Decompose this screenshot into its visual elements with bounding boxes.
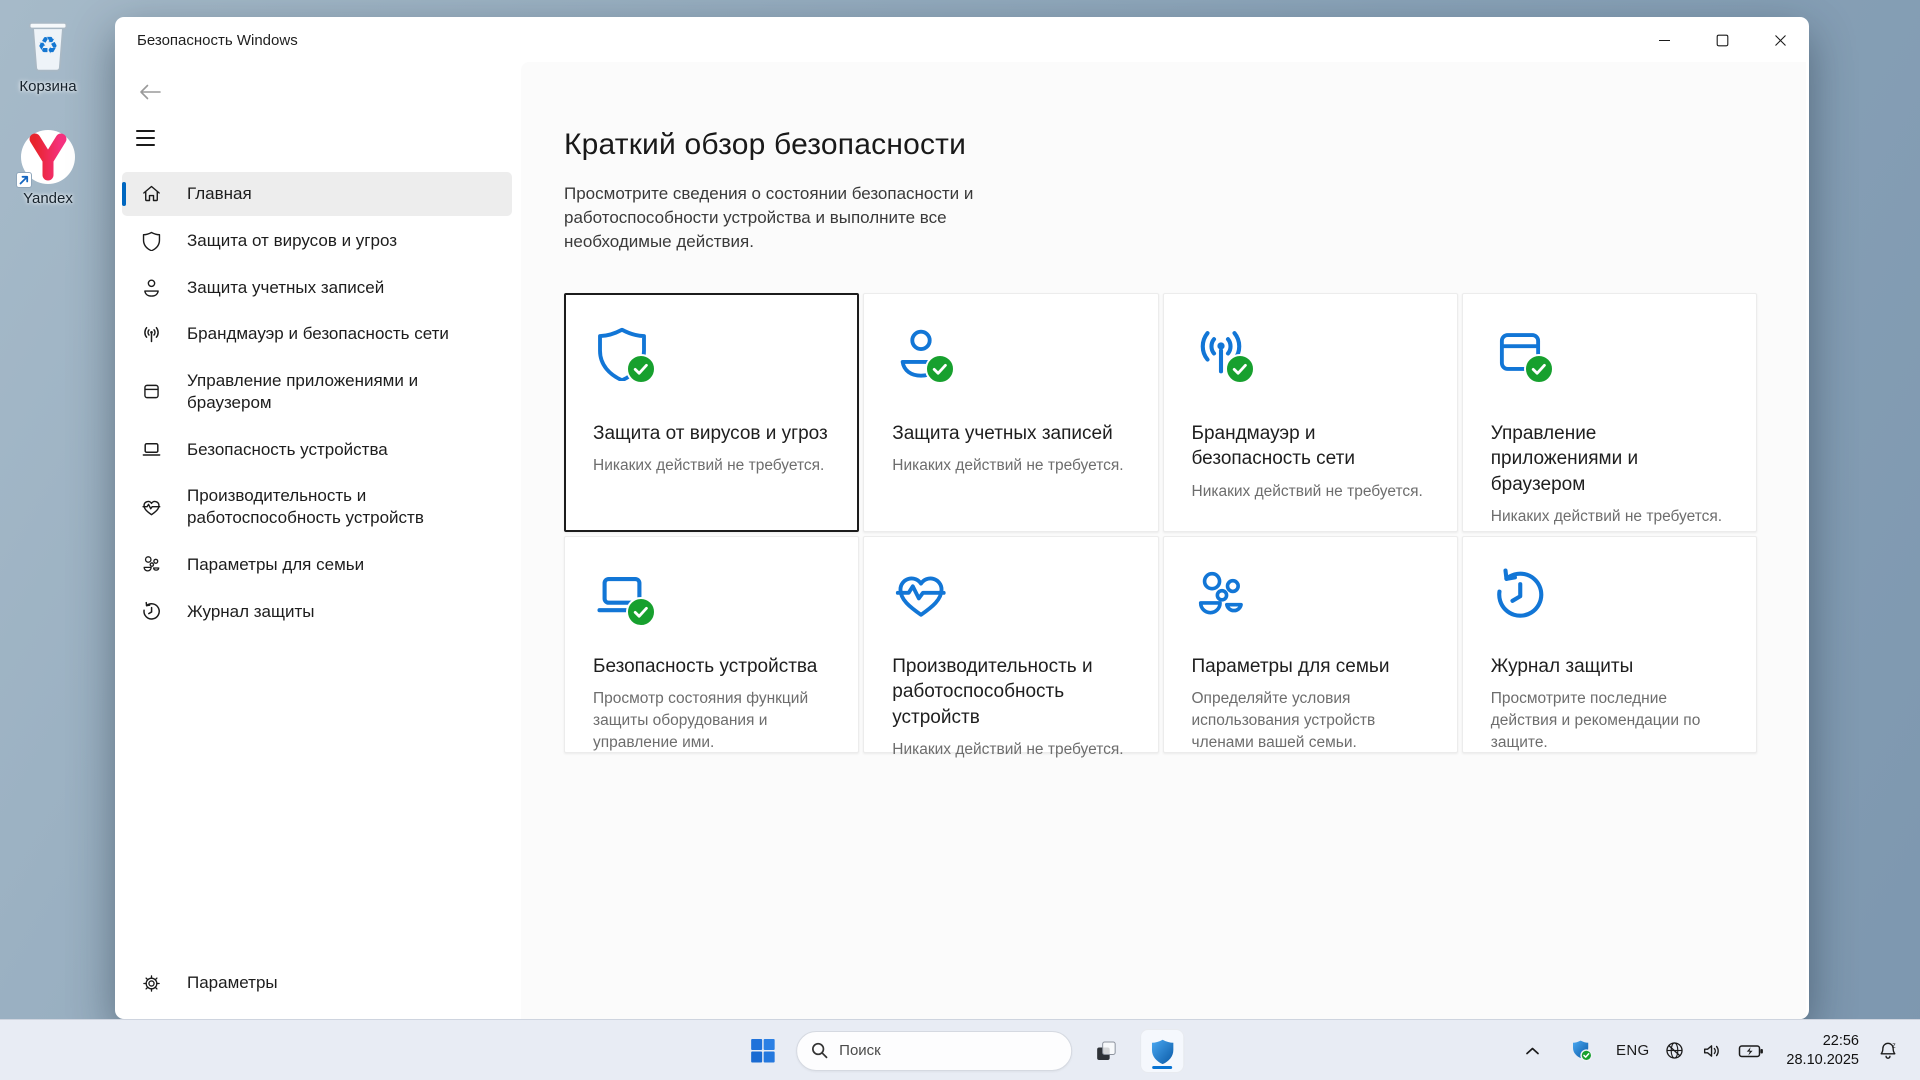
taskbar: ENG <box>0 1019 1920 1080</box>
gear-icon <box>141 973 162 994</box>
start-button[interactable] <box>741 1030 783 1072</box>
sidebar-item-virus-threat-protection[interactable]: Защита от вирусов и угроз <box>122 219 512 263</box>
sidebar-item-device-performance[interactable]: Производительность и работоспособность у… <box>122 474 512 540</box>
home-icon <box>141 183 162 204</box>
search-icon <box>811 1042 828 1059</box>
desktop-icon-recycle-bin[interactable]: ♻ Корзина <box>2 14 94 95</box>
heart-pulse-icon <box>892 566 950 624</box>
minimize-button[interactable] <box>1635 17 1693 63</box>
shortcut-arrow-icon <box>16 172 32 188</box>
tile-firewall-network[interactable]: Брандмауэр и безопасность сети Никаких д… <box>1163 293 1458 532</box>
tile-virus-threat-protection[interactable]: Защита от вирусов и угроз Никаких действ… <box>564 293 859 532</box>
back-button[interactable] <box>133 77 167 107</box>
status-ok-badge <box>626 597 656 627</box>
heart-pulse-icon <box>141 497 162 518</box>
tray-volume-icon[interactable] <box>1696 1031 1728 1071</box>
tray-overflow-chevron[interactable] <box>1517 1031 1547 1071</box>
defender-shield-icon <box>1149 1037 1176 1064</box>
sidebar-nav: Главная Защита от вирусов и угроз Защита… <box>122 172 512 633</box>
security-tiles-grid: Защита от вирусов и угроз Никаких действ… <box>564 293 1757 753</box>
tile-device-security[interactable]: Безопасность устройства Просмотр состоян… <box>564 536 859 753</box>
status-text: Никаких действий не требуется. <box>892 455 1131 477</box>
status-text: Никаких действий не требуется. <box>1192 481 1431 503</box>
sidebar-item-app-browser-control[interactable]: Управление приложениями и браузером <box>122 359 512 425</box>
windows-security-app-button[interactable] <box>1140 1029 1184 1073</box>
desktop-icon-label: Корзина <box>2 78 94 95</box>
tile-protection-history[interactable]: Журнал защиты Просмотрите последние дейс… <box>1462 536 1757 753</box>
sidebar-item-home[interactable]: Главная <box>122 172 512 216</box>
tray-network-icon[interactable] <box>1658 1031 1690 1071</box>
history-icon <box>1491 566 1549 624</box>
sidebar: Главная Защита от вирусов и угроз Защита… <box>115 121 519 1019</box>
system-tray: ENG <box>1517 1020 1920 1080</box>
desktop: ♻ Корзина Yandex Безопасность Windows <box>0 0 1920 1080</box>
taskbar-search[interactable] <box>796 1031 1072 1071</box>
close-button[interactable] <box>1751 17 1809 63</box>
tile-account-protection[interactable]: Защита учетных записей Никаких действий … <box>863 293 1158 532</box>
status-text: Определяйте условия использования устрой… <box>1192 688 1431 754</box>
sidebar-item-family-options[interactable]: Параметры для семьи <box>122 543 512 587</box>
person-icon <box>141 277 162 298</box>
sidebar-item-firewall-network[interactable]: Брандмауэр и безопасность сети <box>122 312 512 356</box>
sidebar-item-settings[interactable]: Параметры <box>122 961 512 1005</box>
notification-bell-icon[interactable]: z <box>1872 1031 1904 1071</box>
windows-security-window: Безопасность Windows Главная <box>115 17 1809 1019</box>
clock-time: 22:56 <box>1786 1032 1859 1051</box>
search-input[interactable] <box>839 1042 1039 1059</box>
family-icon <box>141 554 162 575</box>
laptop-icon <box>141 439 162 460</box>
active-app-indicator <box>1152 1066 1172 1069</box>
tray-defender-icon[interactable] <box>1565 1031 1597 1071</box>
status-ok-badge <box>1225 354 1255 384</box>
status-text: Никаких действий не требуется. <box>1491 506 1730 528</box>
svg-text:♻: ♻ <box>37 34 58 60</box>
task-view-button[interactable] <box>1085 1030 1127 1072</box>
status-text: Никаких действий не требуется. <box>593 455 832 477</box>
tile-app-browser-control[interactable]: Управление приложениями и браузером Ника… <box>1462 293 1757 532</box>
page-title: Краткий обзор безопасности <box>564 128 1756 162</box>
window-title: Безопасность Windows <box>137 32 298 49</box>
task-view-icon <box>1094 1039 1118 1063</box>
windows-logo-icon <box>750 1038 775 1063</box>
yandex-browser-icon <box>2 128 94 186</box>
desktop-icon-label: Yandex <box>2 190 94 207</box>
shield-icon <box>141 230 162 251</box>
status-ok-badge <box>925 354 955 384</box>
status-text: Просмотрите последние действия и рекомен… <box>1491 688 1730 754</box>
sidebar-item-device-security[interactable]: Безопасность устройства <box>122 428 512 472</box>
status-text: Никаких действий не требуется. <box>892 739 1131 761</box>
status-ok-badge <box>626 354 656 384</box>
network-antenna-icon <box>141 324 162 345</box>
app-window-icon <box>141 381 162 402</box>
page-description: Просмотрите сведения о состоянии безопас… <box>564 182 1056 254</box>
tray-battery-icon[interactable] <box>1734 1031 1768 1071</box>
tile-family-options[interactable]: Параметры для семьи Определяйте условия … <box>1163 536 1458 753</box>
svg-text:z: z <box>1892 1042 1896 1049</box>
desktop-icon-yandex[interactable]: Yandex <box>2 128 94 207</box>
status-ok-badge <box>1524 354 1554 384</box>
history-icon <box>141 601 162 622</box>
maximize-button[interactable] <box>1693 17 1751 63</box>
family-icon <box>1192 566 1250 624</box>
sidebar-item-account-protection[interactable]: Защита учетных записей <box>122 266 512 310</box>
clock-date: 28.10.2025 <box>1786 1051 1859 1070</box>
tray-clock[interactable]: 22:56 28.10.2025 <box>1786 1032 1859 1070</box>
recycle-bin-icon: ♻ <box>2 14 94 74</box>
tray-language-switcher[interactable]: ENG <box>1607 1031 1658 1071</box>
status-text: Просмотр состояния функций защиты оборуд… <box>593 688 832 754</box>
main-content: Краткий обзор безопасности Просмотрите с… <box>521 62 1806 1019</box>
titlebar[interactable]: Безопасность Windows <box>115 17 1809 63</box>
sidebar-item-protection-history[interactable]: Журнал защиты <box>122 590 512 634</box>
tile-device-performance[interactable]: Производительность и работоспособность у… <box>863 536 1158 753</box>
menu-toggle-button[interactable] <box>134 121 172 155</box>
